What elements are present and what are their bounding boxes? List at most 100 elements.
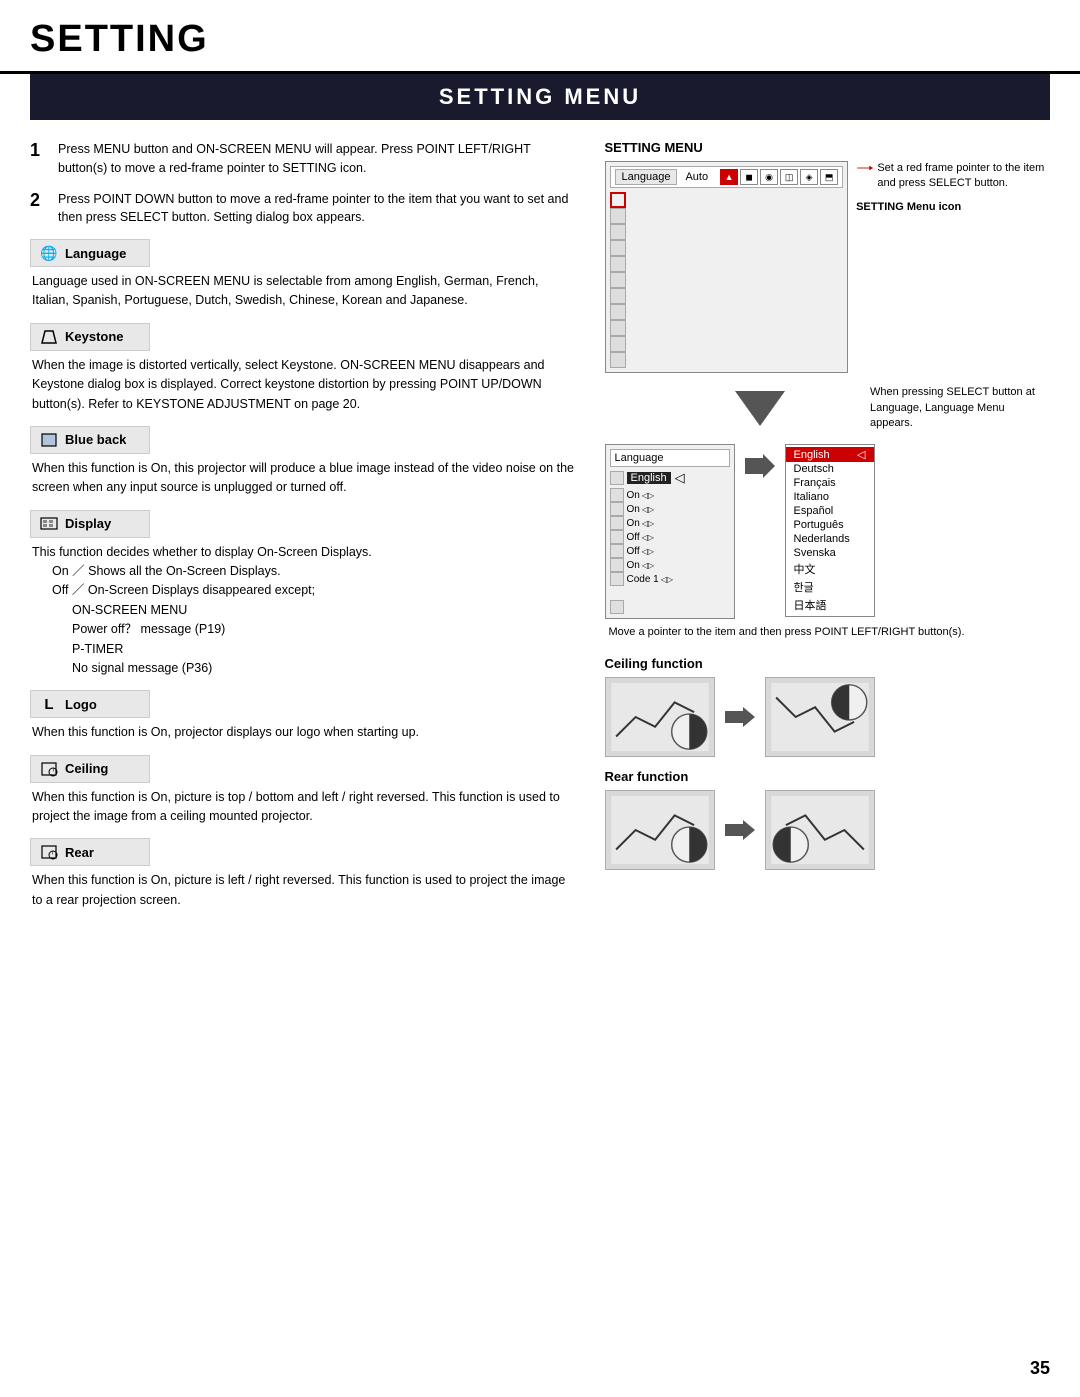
feature-language: 🌐 Language Language used in ON-SCREEN ME… (30, 239, 575, 311)
lang-espanol-text: Español (794, 505, 834, 517)
feature-display-body: This function decides whether to display… (30, 543, 575, 679)
lang-row-spacer (610, 586, 730, 600)
main-content: 1 Press MENU button and ON-SCREEN MENU w… (0, 120, 1080, 942)
menu-icon-4: ◈ (800, 169, 818, 185)
menu-row-icon-6 (610, 288, 626, 304)
menu-row-icon-3 (610, 240, 626, 256)
page-header: SETTING (0, 0, 1080, 74)
lang-italiano-text: Italiano (794, 491, 829, 503)
feature-rear-body: When this function is On, picture is lef… (30, 871, 575, 910)
lang-chinese-text: 中文 (794, 561, 816, 577)
menu-row-icon-5 (610, 272, 626, 288)
ceiling-function-section: Ceiling function (605, 656, 1051, 757)
lang-menu-english-value: English (627, 472, 671, 484)
feature-keystone-body: When the image is distorted vertically, … (30, 356, 575, 414)
rear-arrow-icon (725, 818, 755, 842)
menu-icon-5: ⬒ (820, 169, 838, 185)
feature-language-header: 🌐 Language (30, 239, 150, 267)
lang-english-arrow: ◁ (857, 448, 865, 461)
lang-menu-top-bar: Language (610, 449, 730, 467)
feature-logo-header: L Logo (30, 690, 150, 718)
ceiling-arrow-svg (725, 705, 755, 729)
lang-item-portugues: Português (786, 518, 874, 532)
lang-row-on1: On◁▷ (610, 488, 730, 502)
page-title: SETTING (30, 18, 1050, 61)
display-body-line3: ON-SCREEN MENU (32, 603, 187, 617)
arrow-down-section: When pressing SELECT button at Language,… (665, 383, 1051, 434)
menu-annotations: Set a red frame pointer to the item and … (856, 161, 1050, 215)
arrow-down-icon (735, 391, 785, 426)
ceiling-function-title: Ceiling function (605, 656, 1051, 671)
rear-arrow-svg (725, 818, 755, 842)
lang-main-menu-box: Language English ◁ On◁▷ On◁▷ On◁▷ Off◁▷ … (605, 444, 735, 619)
ceiling-after-img (765, 677, 875, 757)
feature-ceiling: Ceiling When this function is On, pictur… (30, 755, 575, 827)
language-list-panel: English ◁ Deutsch Français Italiano Espa… (785, 444, 875, 617)
red-frame-arrow-icon (856, 161, 873, 175)
feature-blueback-label: Blue back (65, 432, 126, 447)
lang-menu-bar-label: Language (615, 452, 664, 464)
display-body-line1: On ／ Shows all the On-Screen Displays. (32, 564, 281, 578)
setting-menu-diagram-section: Language Auto ▲ ◼ ◉ ◫ ◈ ⬒ (605, 161, 1051, 373)
menu-row-icon-2 (610, 224, 626, 240)
feature-ceiling-body: When this function is On, picture is top… (30, 788, 575, 827)
lang-item-english: English ◁ (786, 447, 874, 462)
lang-arrow-right-icon (745, 454, 775, 478)
feature-ceiling-header: Ceiling (30, 755, 150, 783)
lang-row-code1: Code 1◁▷ (610, 572, 730, 586)
lang-menu-left-panel: Language English ◁ On◁▷ On◁▷ On◁▷ Off◁▷ … (605, 444, 735, 619)
feature-ceiling-label: Ceiling (65, 761, 108, 776)
feature-logo: L Logo When this function is On, project… (30, 690, 575, 742)
ceiling-after-svg (766, 678, 874, 756)
annotation4-text: Move a pointer to the item and then pres… (609, 625, 1051, 640)
menu-row-icon-10 (610, 352, 626, 368)
menu-icon-selected: ▲ (720, 169, 738, 185)
lang-english-text: English (794, 449, 830, 461)
display-icon (39, 514, 59, 534)
menu-row-0 (610, 192, 844, 208)
menu-icons-row: ▲ ◼ ◉ ◫ ◈ ⬒ (720, 169, 838, 185)
menu-icon-3: ◫ (780, 169, 798, 185)
feature-display-label: Display (65, 516, 111, 531)
step-2-number: 2 (30, 190, 50, 228)
step-1: 1 Press MENU button and ON-SCREEN MENU w… (30, 140, 575, 178)
menu-bar-value: Auto (685, 171, 708, 183)
feature-display-header: Display (30, 510, 150, 538)
ceiling-before-img (605, 677, 715, 757)
lang-deutsch-text: Deutsch (794, 463, 834, 475)
feature-blueback-body: When this function is On, this projector… (30, 459, 575, 498)
annotation1-text: Set a red frame pointer to the item and … (877, 161, 1050, 192)
lang-menu-other-rows: On◁▷ On◁▷ On◁▷ Off◁▷ Off◁▷ On◁▷ Code 1◁▷ (610, 488, 730, 614)
lang-row-off2: Off◁▷ (610, 544, 730, 558)
logo-icon: L (39, 694, 59, 714)
display-body-line6: No signal message (P36) (32, 661, 212, 675)
annotation2-text: SETTING Menu icon (856, 200, 1050, 215)
step-1-number: 1 (30, 140, 50, 178)
annotation3-text: When pressing SELECT button at Language,… (870, 385, 1050, 431)
lang-item-korean: 한글 (786, 578, 874, 596)
menu-icon-1: ◼ (740, 169, 758, 185)
lang-row-icon-bottom (610, 600, 624, 614)
step-2: 2 Press POINT DOWN button to move a red-… (30, 190, 575, 228)
menu-row-7 (610, 304, 844, 320)
feature-rear-label: Rear (65, 845, 94, 860)
lang-row-off1: Off◁▷ (610, 530, 730, 544)
rear-icon (39, 842, 59, 862)
step-2-text: Press POINT DOWN button to move a red-fr… (58, 190, 575, 228)
menu-row-icon-1 (610, 208, 626, 224)
lang-japanese-text: 日本語 (794, 597, 827, 613)
feature-keystone-label: Keystone (65, 329, 124, 344)
keystone-icon (39, 327, 59, 347)
feature-language-body: Language used in ON-SCREEN MENU is selec… (30, 272, 575, 311)
lang-item-svenska: Svenska (786, 546, 874, 560)
lang-item-japanese: 日本語 (786, 596, 874, 614)
lang-menu-english-row: English ◁ (610, 470, 730, 486)
rear-after-svg (766, 791, 874, 869)
display-body-line2: Off ／ On-Screen Displays disappeared exc… (32, 583, 315, 597)
menu-icon-2: ◉ (760, 169, 778, 185)
lang-row-on3: On◁▷ (610, 516, 730, 530)
lang-item-chinese: 中文 (786, 560, 874, 578)
rear-before-img (605, 790, 715, 870)
step-1-text: Press MENU button and ON-SCREEN MENU wil… (58, 140, 575, 178)
rear-before-svg (606, 791, 714, 869)
